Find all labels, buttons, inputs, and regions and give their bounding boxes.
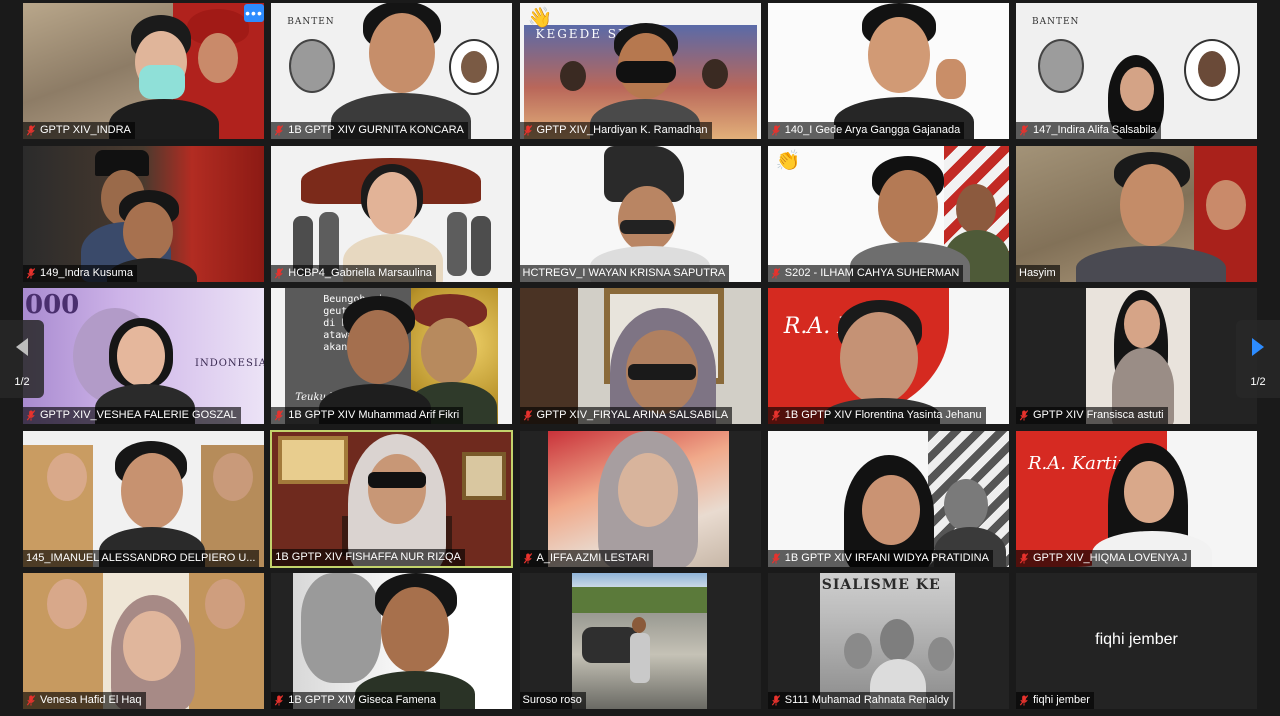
participant-tile[interactable]: GPTP XIV_FIRYAL ARINA SALSABILA <box>518 287 762 425</box>
participant-name-label: GPTP XIV_FIRYAL ARINA SALSABILA <box>519 407 733 424</box>
participant-tile[interactable]: 👏 S202 - ILHAM CAHYA SUHERMAN <box>766 144 1010 283</box>
participant-name-label: HCBP4_Gabriella Marsaulina <box>271 264 436 282</box>
participant-name-label: fiqhi jember <box>1016 692 1094 709</box>
participant-name-label: GPTP XIV_HIQMA LOVENYA J <box>1016 549 1192 567</box>
participant-tile[interactable]: 149_Indra Kusuma <box>22 144 265 283</box>
participant-name-label: 1B GPTP XIV Florentina Yasinta Jehanu <box>767 407 986 424</box>
participant-name-label: A_IFFA AZMI LESTARI <box>519 549 654 567</box>
participant-tile[interactable]: 140_I Gede Arya Gangga Gajanada <box>766 2 1010 140</box>
participant-display-name: fiqhi jember <box>1095 631 1178 648</box>
ellipsis-icon: ••• <box>245 5 263 21</box>
participant-name-label: 1B GPTP XIV Giseca Famena <box>271 692 440 709</box>
mic-muted-icon <box>523 410 533 421</box>
participant-name-label: 149_Indra Kusuma <box>23 264 137 282</box>
participant-tile[interactable]: Venesa Hafid El Haq <box>22 572 265 710</box>
mic-muted-icon <box>523 553 533 564</box>
poster-text: INDONESIA <box>195 358 265 369</box>
participant-tile[interactable]: KEGEDE SEBAYE 👋 GPTP XIV_Hardiyan K. Ram… <box>518 2 762 140</box>
mic-muted-icon <box>771 268 781 279</box>
mic-muted-icon <box>771 695 781 706</box>
mic-muted-icon <box>274 268 284 279</box>
participant-tile[interactable]: BANTEN 1B GPTP XIV GURNITA KONCARA <box>270 2 514 140</box>
mic-muted-icon <box>274 125 284 136</box>
participant-name-label: GPTP XIV_Hardiyan K. Ramadhan <box>519 122 712 139</box>
participant-name-label: Venesa Hafid El Haq <box>23 692 146 709</box>
mic-muted-icon <box>771 125 781 136</box>
participant-name-label: GPTP XIV_VESHEA FALERIE GOSZAL <box>23 407 241 424</box>
mic-muted-icon <box>1019 553 1029 564</box>
participant-tile[interactable]: HCBP4_Gabriella Marsaulina <box>270 144 514 283</box>
mic-muted-icon <box>1019 695 1029 706</box>
participant-name-label: GPTP XIV Fransisca astuti <box>1016 407 1168 424</box>
chevron-right-icon <box>1252 338 1264 356</box>
mic-muted-icon <box>26 125 36 136</box>
poster-text: BANTEN <box>1032 17 1080 27</box>
participant-tile[interactable]: 145_IMANUEL ALESSANDRO DELPIERO U... <box>22 429 265 568</box>
mic-muted-icon <box>523 125 533 136</box>
poster-text: 000 <box>25 290 80 320</box>
participant-name-label: HCTREGV_I WAYAN KRISNA SAPUTRA <box>519 264 730 282</box>
participant-tile[interactable]: A_IFFA AZMI LESTARI <box>518 429 762 568</box>
mic-muted-icon <box>26 695 36 706</box>
mic-muted-icon <box>26 268 36 279</box>
mic-muted-icon <box>1019 410 1029 421</box>
participant-name-label: 147_Indira Alifa Salsabila <box>1016 122 1161 139</box>
participant-tile[interactable]: 1B GPTP XIV IRFANI WIDYA PRATIDINA <box>766 429 1010 568</box>
participant-tile[interactable]: Beungoh si geutanyoe je di keude Me ataw… <box>270 287 514 425</box>
participant-tile[interactable]: Suroso roso <box>518 572 762 710</box>
participant-name-label: S202 - ILHAM CAHYA SUHERMAN <box>767 264 964 282</box>
participant-name-label: Hasyim <box>1016 264 1060 282</box>
page-indicator: 1/2 <box>14 376 30 388</box>
mic-muted-icon <box>771 553 781 564</box>
next-page-button[interactable]: 1/2 <box>1236 320 1280 398</box>
participant-tile[interactable]: BANTEN 147_Indira Alifa Salsabila <box>1015 2 1258 140</box>
participant-tile[interactable]: R.A. Kartini GPTP XIV_HIQMA LOVENYA J <box>1015 429 1258 568</box>
participant-name-label: 1B GPTP XIV Muhammad Arif Fikri <box>271 407 464 424</box>
participant-name-label: 1B GPTP XIV IRFANI WIDYA PRATIDINA <box>767 549 993 567</box>
more-options-button[interactable]: ••• <box>244 4 264 22</box>
mic-muted-icon <box>1019 125 1029 136</box>
mic-muted-icon <box>274 410 284 421</box>
participant-name-label: 1B GPTP XIV FISHAFFA NUR RIZQA <box>272 548 465 566</box>
participant-tile[interactable]: R.A. Kartini 1B GPTP XIV Florentina Yasi… <box>766 287 1010 425</box>
participant-tile[interactable]: 000 INDONESIA GPTP XIV_VESHEA FALERIE GO… <box>22 287 265 425</box>
participant-tile-no-video[interactable]: fiqhi jember fiqhi jember <box>1015 572 1258 710</box>
participant-tile[interactable]: 1B GPTP XIV Giseca Famena <box>270 572 514 710</box>
participant-name-label: S111 Muhamad Rahnata Renaldy <box>767 692 953 709</box>
participant-name-label: Suroso roso <box>519 692 586 709</box>
wave-reaction-icon: 👋 <box>527 7 553 29</box>
clap-reaction-icon: 👏 <box>775 149 801 172</box>
participant-name-label: 140_I Gede Arya Gangga Gajanada <box>767 122 965 139</box>
page-indicator: 1/2 <box>1250 376 1266 388</box>
poster-text: SIALISME KE <box>821 577 941 593</box>
chevron-left-icon <box>16 338 28 356</box>
participant-tile[interactable]: SIALISME KE S111 Muhamad Rahnata Renaldy <box>766 572 1010 710</box>
participant-name-label: 145_IMANUEL ALESSANDRO DELPIERO U... <box>23 549 260 567</box>
poster-text: BANTEN <box>287 17 335 27</box>
previous-page-button[interactable]: 1/2 <box>0 320 44 398</box>
video-gallery: GPTP XIV_INDRA BANTEN 1B GPTP XIV GURNIT… <box>22 2 1258 714</box>
participant-tile[interactable]: Hasyim <box>1015 144 1258 283</box>
participant-tile[interactable]: GPTP XIV_INDRA <box>22 2 265 140</box>
participant-name-label: GPTP XIV_INDRA <box>23 122 135 139</box>
mic-muted-icon <box>26 410 36 421</box>
participant-tile-active-speaker[interactable]: 1B GPTP XIV FISHAFFA NUR RIZQA <box>270 429 514 568</box>
mic-muted-icon <box>274 695 284 706</box>
mic-muted-icon <box>771 410 781 421</box>
participant-tile[interactable]: HCTREGV_I WAYAN KRISNA SAPUTRA <box>518 144 762 283</box>
participant-name-label: 1B GPTP XIV GURNITA KONCARA <box>271 122 468 139</box>
participant-tile[interactable]: GPTP XIV Fransisca astuti <box>1015 287 1258 425</box>
